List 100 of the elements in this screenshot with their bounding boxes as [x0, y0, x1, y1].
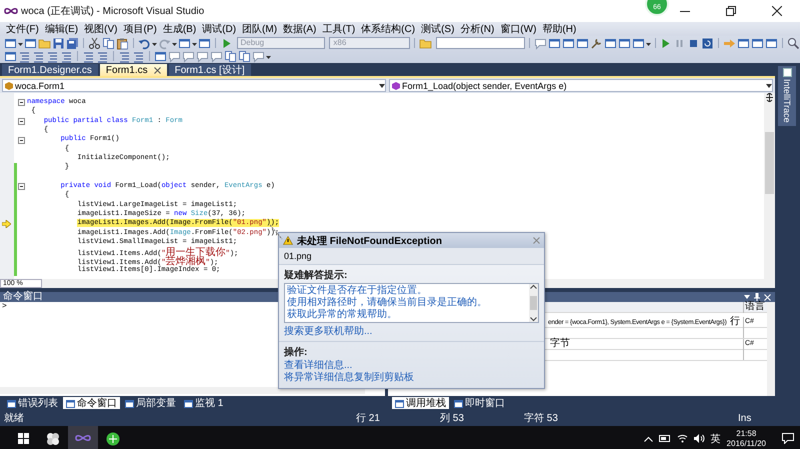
battery-icon[interactable] [658, 435, 671, 442]
menu-item[interactable]: 分析(N) [457, 22, 498, 36]
member-dropdown[interactable]: Form1_Load(object sender, EventArgs e) [389, 79, 773, 92]
wrench-icon[interactable] [590, 36, 602, 50]
vertical-scrollbar[interactable] [529, 284, 538, 322]
vertical-scrollbar[interactable] [764, 93, 775, 279]
document-tab[interactable]: Form1.cs [100, 64, 167, 76]
type-dropdown[interactable]: woca.Form1 [2, 79, 386, 92]
search-dropdown[interactable] [436, 37, 525, 49]
help-link[interactable]: 验证文件是否存在于指定位置。 [287, 285, 427, 297]
panel-tab[interactable]: 错误列表 [4, 397, 61, 409]
close-icon[interactable] [772, 6, 782, 16]
scissors-icon[interactable] [88, 36, 101, 50]
save-icon[interactable] [52, 36, 65, 50]
menu-item[interactable]: 窗口(W) [497, 22, 540, 36]
infinity-icon[interactable] [75, 434, 91, 442]
lines-icon[interactable] [32, 50, 45, 62]
menu-item[interactable]: 团队(M) [239, 22, 280, 36]
window-icon[interactable] [178, 36, 191, 50]
window-icon[interactable] [604, 36, 616, 50]
window-icon[interactable] [765, 36, 778, 50]
action-link[interactable]: 查看详细信息... [284, 360, 352, 372]
clock-date[interactable]: 2016/11/20 [726, 438, 766, 448]
window-icon[interactable] [751, 36, 764, 50]
restore-icon[interactable] [726, 6, 736, 16]
horizontal-scrollbar[interactable] [0, 387, 365, 394]
action-link[interactable]: 将异常详细信息复制到剪贴板 [284, 372, 414, 384]
menu-item[interactable]: 数据(A) [280, 22, 320, 36]
menu-item[interactable]: 调试(D) [199, 22, 240, 36]
notification-icon[interactable] [782, 433, 794, 444]
windows-logo-icon[interactable] [18, 433, 28, 444]
help-link[interactable]: 获取此异常的常规帮助。 [287, 309, 397, 321]
help-link[interactable]: 使用相对路径时，请确保当前目录是正确的。 [287, 297, 487, 309]
lines-icon[interactable] [82, 50, 95, 62]
save-all-icon[interactable] [66, 36, 79, 50]
collapse-icon[interactable] [18, 183, 25, 190]
lines-icon[interactable] [96, 50, 109, 62]
tab-close-icon[interactable] [154, 66, 161, 74]
split-handle-icon[interactable] [765, 93, 774, 102]
speech-bubble-icon[interactable] [534, 36, 546, 50]
window-icon[interactable] [548, 36, 560, 50]
collapse-icon[interactable] [18, 99, 25, 106]
document-tab[interactable]: Form1.Designer.cs [2, 64, 98, 76]
menu-item[interactable]: 编辑(E) [42, 22, 82, 36]
window-icon[interactable] [737, 36, 750, 50]
panel-tab[interactable]: 局部变量 [122, 397, 179, 409]
panel-tab[interactable]: 即时窗口 [451, 397, 508, 409]
flower-icon[interactable] [46, 432, 60, 446]
menu-item[interactable]: 生成(B) [160, 22, 200, 36]
clock-time[interactable]: 21:58 [736, 428, 756, 438]
window-icon[interactable] [618, 36, 630, 50]
lines-icon[interactable] [46, 50, 59, 62]
menu-item[interactable]: 帮助(H) [539, 22, 580, 36]
scroll-down-icon[interactable] [530, 317, 537, 322]
plus-circle-icon[interactable] [106, 432, 120, 446]
panel-tab[interactable]: 命令窗口 [63, 397, 120, 409]
scroll-up-icon[interactable] [530, 284, 537, 289]
copy-icon[interactable] [238, 50, 251, 62]
volume-icon[interactable] [694, 434, 705, 443]
chevron-up-icon[interactable] [644, 436, 653, 442]
lines-icon[interactable] [132, 50, 145, 62]
lines-icon[interactable] [118, 50, 131, 62]
menu-item[interactable]: 体系结构(C) [358, 22, 418, 36]
search-icon[interactable] [787, 36, 800, 50]
menu-item[interactable]: 文件(F) [3, 22, 42, 36]
input-method-indicator[interactable]: 英 [710, 432, 721, 446]
lines-icon[interactable] [18, 50, 31, 62]
collapse-icon[interactable] [18, 136, 25, 144]
window-icon[interactable] [4, 50, 17, 62]
window-icon[interactable] [4, 36, 17, 50]
panel-tab[interactable]: 调用堆栈 [392, 397, 449, 409]
class-icon [5, 82, 13, 90]
window-icon[interactable] [198, 36, 211, 50]
restart-icon[interactable] [701, 36, 714, 50]
window-icon[interactable] [632, 36, 644, 50]
menu-item[interactable]: 视图(V) [81, 22, 120, 36]
panel-title: 命令窗口 [3, 291, 43, 302]
undo-icon[interactable] [138, 36, 151, 50]
leader-line [268, 224, 284, 240]
menu-item[interactable]: 测试(S) [418, 22, 458, 36]
side-tab[interactable]: IntelliTrace [778, 66, 796, 126]
wifi-icon[interactable] [676, 434, 688, 443]
menu-item[interactable]: 工具(T) [319, 22, 358, 36]
clipboard-icon[interactable] [116, 36, 129, 50]
menu-item[interactable]: 项目(P) [120, 22, 160, 36]
window-icon[interactable] [24, 36, 37, 50]
window-icon[interactable] [576, 36, 588, 50]
speech-bubble-icon[interactable] [210, 50, 223, 62]
vertical-scrollbar[interactable] [767, 302, 775, 396]
pin-icon[interactable] [754, 293, 760, 301]
window-icon[interactable] [154, 50, 167, 62]
collapse-icon[interactable] [18, 118, 25, 125]
dropdown-arrow-icon[interactable] [744, 295, 750, 299]
copy-icon[interactable] [224, 50, 237, 62]
document-tab[interactable]: Form1.cs [设计] [168, 64, 251, 76]
help-link[interactable]: 搜索更多联机帮助... [284, 326, 372, 338]
lines-icon[interactable] [60, 50, 73, 62]
window-icon[interactable] [562, 36, 574, 50]
panel-tab[interactable]: 监视 1 [181, 397, 226, 409]
copy-icon[interactable] [102, 36, 115, 50]
